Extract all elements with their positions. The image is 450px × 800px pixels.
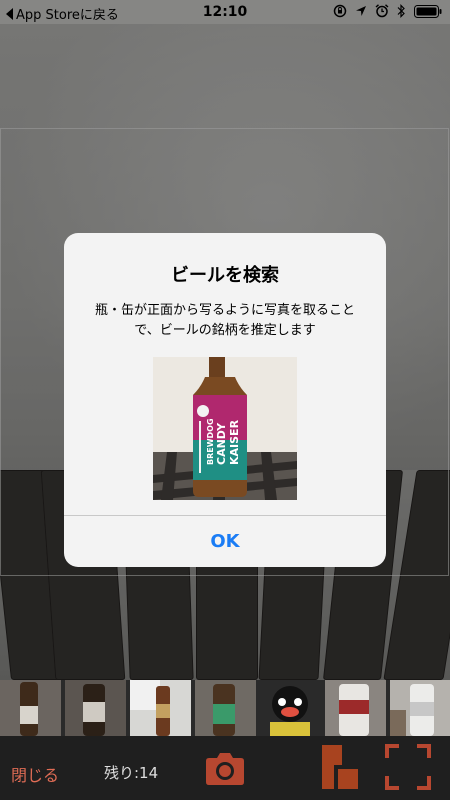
photo-product-line-1: CANDY — [215, 422, 228, 465]
example-beer-illustration: BREWDOG CANDY KAISER — [153, 357, 297, 500]
remaining-count: 残り:14 — [104, 764, 159, 782]
gallery-icon — [322, 745, 360, 789]
photo-brand-text: BREWDOG — [206, 418, 215, 465]
camera-button[interactable] — [205, 750, 245, 786]
alert-title: ビールを検索 — [171, 265, 279, 286]
search-beer-alert: ビールを検索 瓶・缶が正面から写るように写真を取ることで、ビールの銘柄を推定しま… — [64, 233, 386, 567]
photo-thumbnail[interactable] — [65, 680, 126, 736]
photo-thumbnail[interactable] — [325, 680, 386, 736]
focus-frame-button[interactable] — [385, 744, 431, 790]
gallery-button[interactable] — [320, 745, 360, 789]
photo-thumbnail[interactable] — [0, 680, 61, 736]
example-beer-photo: BREWDOG CANDY KAISER — [153, 357, 297, 500]
ok-button[interactable]: OK — [64, 516, 386, 567]
photo-thumbnail[interactable] — [130, 680, 191, 736]
photo-thumbnail[interactable] — [390, 680, 450, 736]
photo-thumbnail[interactable] — [195, 680, 256, 736]
focus-frame-icon — [385, 744, 431, 790]
close-button[interactable]: 閉じる — [11, 762, 59, 786]
photo-thumbnail[interactable] — [260, 680, 321, 736]
alert-message: 瓶・缶が正面から写るように写真を取ることで、ビールの銘柄を推定します — [94, 303, 355, 338]
photo-product-line-2: KAISER — [228, 419, 241, 465]
camera-icon — [206, 753, 244, 785]
recent-photos-strip — [0, 680, 450, 736]
bottom-toolbar: 閉じる 残り:14 — [0, 736, 450, 800]
